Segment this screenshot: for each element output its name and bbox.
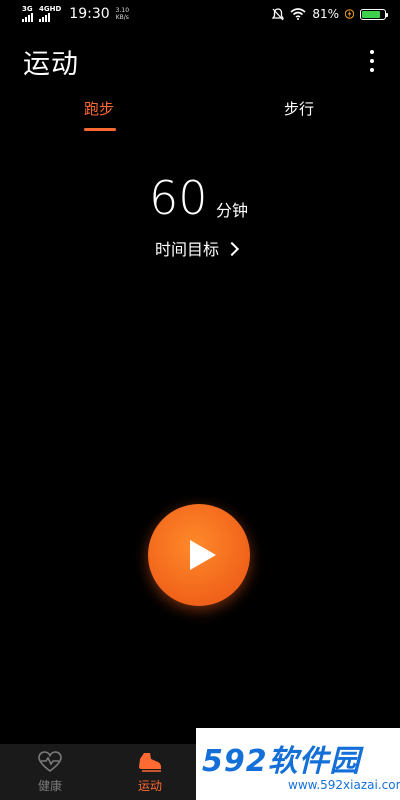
network-speed-value: 3.10 bbox=[115, 7, 130, 14]
tab-walking[interactable]: 步行 bbox=[284, 98, 314, 119]
signal-4g-label: 4GHD bbox=[39, 5, 62, 13]
battery-fill bbox=[362, 10, 380, 18]
signal-4g: 4GHD bbox=[39, 6, 61, 22]
wifi-icon bbox=[290, 8, 306, 20]
running-shoe-icon bbox=[139, 753, 161, 772]
time-goal-link[interactable]: 时间目标 bbox=[155, 236, 240, 260]
nav-item-sport[interactable]: 运动 bbox=[100, 744, 200, 800]
charging-icon bbox=[345, 9, 354, 19]
active-tab-indicator bbox=[84, 128, 116, 131]
signal-3g: 3G bbox=[22, 6, 33, 22]
signal-3g-label: 3G bbox=[22, 5, 33, 13]
nav-item-health[interactable]: 健康 bbox=[0, 744, 100, 800]
battery-icon bbox=[360, 8, 388, 20]
signal-bars-icon bbox=[22, 13, 33, 22]
watermark-title: 592软件园 bbox=[202, 744, 361, 779]
status-bar: 3G 4GHD 19:30 3.10 KB/s 81% bbox=[0, 0, 400, 30]
more-options-icon[interactable] bbox=[364, 46, 380, 76]
time-goal-label: 时间目标 bbox=[155, 240, 220, 259]
status-bar-left: 3G 4GHD 19:30 3.10 KB/s bbox=[22, 6, 129, 22]
tab-running[interactable]: 跑步 bbox=[84, 98, 114, 119]
signal-bars-icon bbox=[39, 13, 50, 22]
status-bar-right: 81% bbox=[272, 7, 388, 21]
status-time: 19:30 bbox=[69, 6, 110, 22]
page-title: 运动 bbox=[23, 49, 79, 80]
nav-label-health: 健康 bbox=[37, 779, 62, 793]
play-icon bbox=[190, 540, 216, 570]
start-workout-button[interactable] bbox=[148, 504, 250, 606]
heart-pulse-icon bbox=[38, 751, 62, 773]
bell-off-icon bbox=[272, 7, 285, 20]
network-speed-unit: KB/s bbox=[115, 14, 129, 21]
goal-unit: 分钟 bbox=[216, 201, 249, 220]
chevron-right-icon bbox=[224, 241, 240, 256]
watermark-url: www.592xiazai.com bbox=[288, 778, 400, 792]
battery-percent: 81% bbox=[312, 7, 339, 21]
nav-label-sport: 运动 bbox=[137, 779, 162, 793]
network-speed: 3.10 KB/s bbox=[116, 7, 129, 21]
goal-value: 60 bbox=[149, 171, 208, 225]
watermark: 592软件园 www.592xiazai.com bbox=[196, 728, 400, 800]
